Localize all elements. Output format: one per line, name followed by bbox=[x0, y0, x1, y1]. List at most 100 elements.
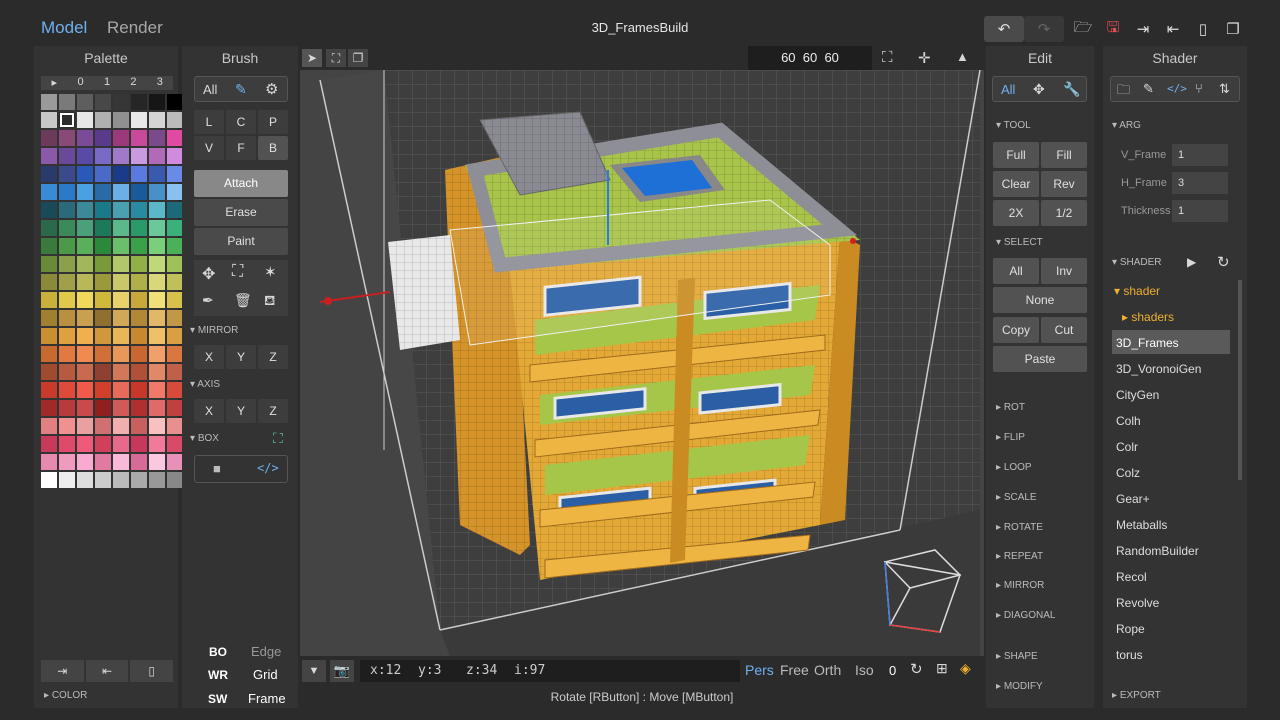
color-swatch[interactable] bbox=[113, 400, 129, 416]
pencil-icon[interactable]: ✎ bbox=[1143, 81, 1154, 97]
color-swatch[interactable] bbox=[131, 454, 147, 470]
double-button[interactable]: 2X bbox=[993, 200, 1039, 226]
full-button[interactable]: Full bbox=[993, 142, 1039, 168]
color-swatch[interactable] bbox=[149, 274, 165, 290]
color-swatch[interactable] bbox=[167, 184, 183, 200]
color-swatch[interactable] bbox=[131, 364, 147, 380]
paint-button[interactable]: Paint bbox=[194, 228, 288, 255]
select-all-button[interactable]: All bbox=[993, 258, 1039, 284]
crosshair-icon[interactable]: ✛ bbox=[918, 49, 931, 67]
color-swatch[interactable] bbox=[77, 256, 93, 272]
color-swatch[interactable] bbox=[113, 130, 129, 146]
color-swatch[interactable] bbox=[149, 184, 165, 200]
color-swatch[interactable] bbox=[131, 274, 147, 290]
color-swatch[interactable] bbox=[95, 274, 111, 290]
color-swatch[interactable] bbox=[95, 436, 111, 452]
color-swatch[interactable] bbox=[131, 472, 147, 488]
folder-icon[interactable]: 🗀 bbox=[1117, 81, 1130, 103]
select-box-icon[interactable]: ⛶ bbox=[232, 263, 243, 281]
color-swatch[interactable] bbox=[113, 238, 129, 254]
color-swatch[interactable] bbox=[131, 310, 147, 326]
play-icon[interactable]: ▶ bbox=[1187, 255, 1196, 269]
shader-item[interactable]: CityGen bbox=[1116, 388, 1159, 402]
color-swatch[interactable] bbox=[149, 166, 165, 182]
color-swatch[interactable] bbox=[95, 364, 111, 380]
refresh-icon[interactable]: ↻ bbox=[1217, 253, 1230, 271]
color-swatch[interactable] bbox=[77, 436, 93, 452]
color-swatch[interactable] bbox=[95, 400, 111, 416]
shape-v-button[interactable]: V bbox=[194, 136, 224, 160]
select-section[interactable]: SELECT bbox=[996, 237, 1043, 248]
color-swatch[interactable] bbox=[95, 292, 111, 308]
color-swatch[interactable] bbox=[41, 130, 57, 146]
axis-y-button[interactable]: Y bbox=[226, 399, 256, 423]
color-swatch[interactable] bbox=[167, 436, 183, 452]
shader-item[interactable]: Colz bbox=[1116, 466, 1140, 480]
square-icon[interactable]: ■ bbox=[213, 461, 221, 476]
dimension-readout[interactable]: 60 60 60 bbox=[748, 46, 872, 70]
shader-item[interactable]: Colh bbox=[1116, 414, 1141, 428]
color-swatch[interactable] bbox=[41, 238, 57, 254]
color-swatch[interactable] bbox=[95, 310, 111, 326]
color-swatch[interactable] bbox=[95, 346, 111, 362]
color-swatch[interactable] bbox=[59, 454, 75, 470]
color-swatch[interactable] bbox=[41, 202, 57, 218]
h-frame-field[interactable]: 3 bbox=[1172, 172, 1228, 194]
color-swatch[interactable] bbox=[41, 436, 57, 452]
gear-icon[interactable]: ⚙ bbox=[265, 80, 278, 98]
color-swatch[interactable] bbox=[95, 130, 111, 146]
color-swatch[interactable] bbox=[167, 130, 183, 146]
color-swatch[interactable] bbox=[41, 112, 57, 128]
color-swatch[interactable] bbox=[131, 184, 147, 200]
color-swatch[interactable] bbox=[59, 274, 75, 290]
color-swatch[interactable] bbox=[167, 256, 183, 272]
save-button[interactable]: 🖫 bbox=[1099, 16, 1127, 42]
bo-toggle[interactable]: BO bbox=[209, 645, 227, 659]
color-swatch[interactable] bbox=[59, 436, 75, 452]
color-swatch[interactable] bbox=[167, 472, 183, 488]
color-swatch[interactable] bbox=[131, 130, 147, 146]
color-swatch[interactable] bbox=[77, 238, 93, 254]
color-swatch[interactable] bbox=[77, 418, 93, 434]
shape-b-button[interactable]: B bbox=[258, 136, 288, 160]
color-swatch[interactable] bbox=[59, 364, 75, 380]
eyedropper-icon[interactable]: ✒ bbox=[202, 292, 214, 309]
color-swatch[interactable] bbox=[167, 112, 183, 128]
color-swatch[interactable] bbox=[95, 238, 111, 254]
color-swatch[interactable] bbox=[149, 220, 165, 236]
color-swatch[interactable] bbox=[113, 382, 129, 398]
export-section[interactable]: EXPORT bbox=[1112, 690, 1161, 701]
shader-item[interactable]: RandomBuilder bbox=[1116, 544, 1199, 558]
color-swatch[interactable] bbox=[113, 220, 129, 236]
color-swatch[interactable] bbox=[59, 256, 75, 272]
color-swatch[interactable] bbox=[77, 112, 93, 128]
color-swatch[interactable] bbox=[149, 472, 165, 488]
color-swatch[interactable] bbox=[149, 454, 165, 470]
repeat-section[interactable]: REPEAT bbox=[996, 551, 1043, 562]
mirror-edit-section[interactable]: MIRROR bbox=[996, 580, 1045, 591]
layers-icon[interactable]: ❐ bbox=[348, 49, 368, 67]
tool-section[interactable]: TOOL bbox=[996, 120, 1031, 131]
color-swatch[interactable] bbox=[131, 202, 147, 218]
color-swatch[interactable] bbox=[41, 310, 57, 326]
axis-section[interactable]: AXIS bbox=[190, 379, 220, 390]
color-swatch[interactable] bbox=[59, 94, 75, 110]
palette-file-button[interactable]: ▯ bbox=[130, 660, 174, 682]
color-swatch[interactable] bbox=[41, 256, 57, 272]
color-swatch[interactable] bbox=[167, 364, 183, 380]
color-swatch[interactable] bbox=[149, 400, 165, 416]
color-swatch[interactable] bbox=[41, 382, 57, 398]
frame-toggle[interactable]: Frame bbox=[248, 691, 286, 706]
color-swatch[interactable] bbox=[77, 346, 93, 362]
color-swatch[interactable] bbox=[131, 400, 147, 416]
color-swatch[interactable] bbox=[59, 148, 75, 164]
clear-button[interactable]: Clear bbox=[993, 171, 1039, 197]
color-swatch[interactable] bbox=[149, 202, 165, 218]
color-swatch[interactable] bbox=[77, 328, 93, 344]
color-swatch[interactable] bbox=[149, 238, 165, 254]
color-swatch[interactable] bbox=[167, 382, 183, 398]
color-swatch[interactable] bbox=[131, 220, 147, 236]
color-swatch[interactable] bbox=[131, 94, 147, 110]
color-swatch[interactable] bbox=[77, 274, 93, 290]
3d-viewport[interactable] bbox=[300, 69, 984, 656]
